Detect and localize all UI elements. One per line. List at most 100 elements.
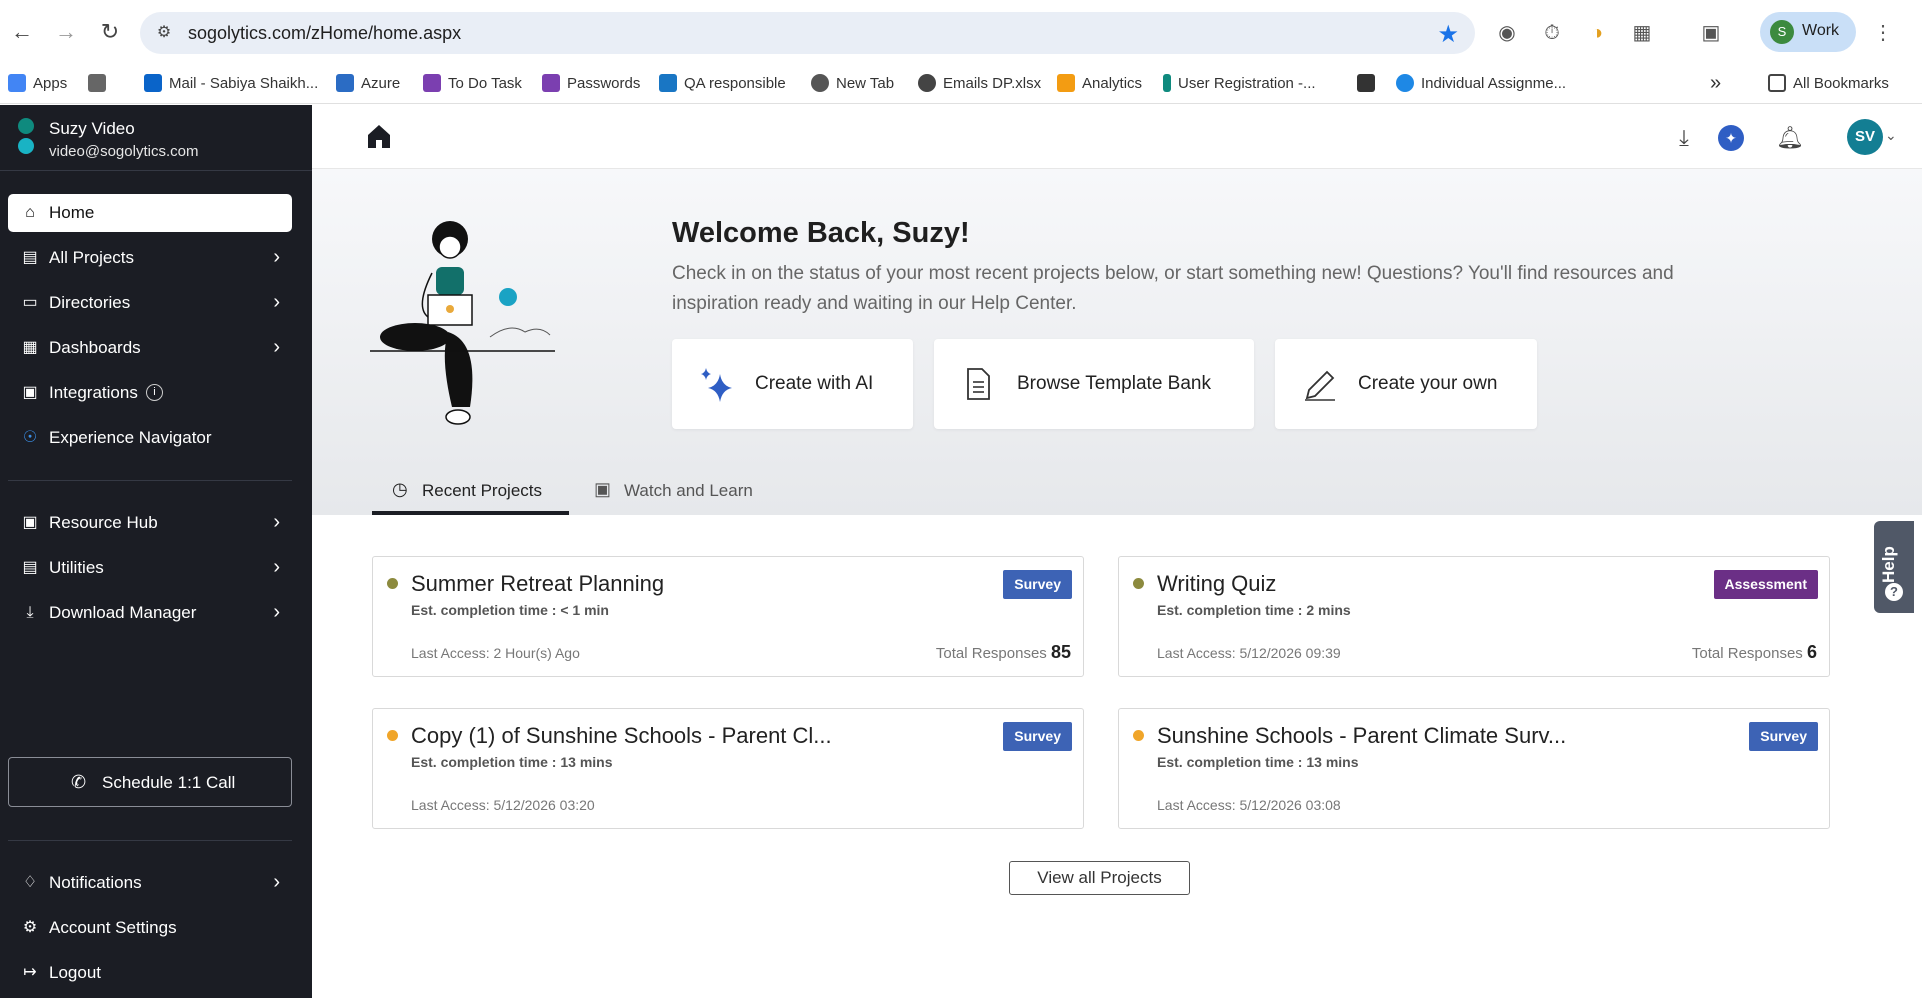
project-card[interactable]: Summer Retreat Planning Est. completion … — [372, 556, 1084, 677]
sidebar-item-logout[interactable]: ↦ Logout — [8, 954, 292, 992]
info-icon[interactable]: i — [146, 384, 163, 401]
profile-chip[interactable]: S Work — [1760, 12, 1856, 52]
project-title[interactable]: Writing Quiz — [1157, 571, 1276, 597]
onenote-icon — [542, 74, 560, 92]
sidebar-item-all-projects[interactable]: ▤ All Projects › — [8, 239, 292, 277]
sidebar-item-experience-navigator[interactable]: ☉ Experience Navigator — [8, 419, 292, 457]
puzzle-icon[interactable]: ▦ — [1629, 20, 1655, 46]
create-with-ai-button[interactable]: Create with AI — [672, 339, 913, 429]
user-name: Suzy Video — [49, 119, 135, 138]
response-count: 85 — [1050, 642, 1071, 662]
bookmark-star-icon[interactable]: ★ — [1437, 20, 1459, 49]
chevron-right-icon: › — [273, 601, 280, 623]
browse-template-bank-button[interactable]: Browse Template Bank — [934, 339, 1254, 429]
project-card[interactable]: Copy (1) of Sunshine Schools - Parent Cl… — [372, 708, 1084, 829]
navigator-icon: ☉ — [22, 429, 38, 446]
ai-assistant-icon[interactable]: ✦ — [1718, 125, 1744, 151]
project-card[interactable]: Writing Quiz Est. completion time : 2 mi… — [1118, 556, 1830, 677]
completion-time: Est. completion time : 13 mins — [411, 754, 613, 770]
bookmark-qa[interactable]: QA responsible — [659, 70, 786, 96]
apps-grid-icon — [8, 74, 26, 92]
bookmark-analytics[interactable]: Analytics — [1057, 70, 1142, 96]
bookmark-individual[interactable]: Individual Assignme... — [1396, 70, 1566, 96]
tab-search-icon[interactable]: ▣ — [1698, 20, 1724, 46]
bookmark-user-registration[interactable]: User Registration -... — [1163, 70, 1316, 96]
timer-icon[interactable]: ⏱ — [1539, 20, 1565, 46]
sidebar-item-resource-hub[interactable]: ▣ Resource Hub › — [8, 504, 292, 542]
integrations-icon: ▣ — [22, 384, 38, 401]
app-header: ⤓ ✦ 🔔︎ SV ⌄ — [312, 105, 1922, 169]
figure-icon — [1357, 74, 1375, 92]
help-icon: ? — [1885, 583, 1903, 601]
reload-icon[interactable]: ↻ — [96, 18, 124, 46]
status-dot — [387, 578, 398, 589]
onedrive-icon — [1396, 74, 1414, 92]
bookmark-emails[interactable]: Emails DP.xlsx — [918, 70, 1041, 96]
sidebar-item-directories[interactable]: ▭ Directories › — [8, 284, 292, 322]
create-your-own-button[interactable]: Create your own — [1275, 339, 1537, 429]
home-icon[interactable] — [364, 121, 394, 151]
clock-icon: ◷ — [392, 479, 408, 499]
sidebar-item-utilities[interactable]: ▤ Utilities › — [8, 549, 292, 587]
logo-icon-lower — [18, 138, 34, 154]
bookmark-azure[interactable]: Azure — [336, 70, 400, 96]
view-all-projects-button[interactable]: View all Projects — [1009, 861, 1190, 895]
phone-icon: ✆ — [71, 772, 87, 792]
total-responses: Total Responses 6 — [1691, 642, 1817, 662]
chrome-icon — [811, 74, 829, 92]
back-icon[interactable]: ← — [8, 18, 36, 46]
project-title[interactable]: Summer Retreat Planning — [411, 571, 664, 597]
bookmark-mail[interactable]: Mail - Sabiya Shaikh... — [144, 70, 318, 96]
download-icon[interactable]: ⤓ — [1671, 125, 1697, 151]
help-tab[interactable]: Help ? — [1874, 521, 1914, 613]
sidebar-item-label: Resource Hub — [49, 513, 158, 532]
status-dot — [1133, 730, 1144, 741]
bookmark-passwords[interactable]: Passwords — [542, 70, 640, 96]
bookmark-newtab[interactable]: New Tab — [811, 70, 894, 96]
create-your-own-label: Create your own — [1358, 373, 1498, 394]
project-title[interactable]: Copy (1) of Sunshine Schools - Parent Cl… — [411, 723, 832, 749]
sidebar-item-label: Directories — [49, 293, 131, 312]
more-bookmarks-icon[interactable]: » — [1710, 70, 1721, 96]
sidebar-item-dashboards[interactable]: ▦ Dashboards › — [8, 329, 292, 367]
forward-icon[interactable]: → — [52, 18, 80, 46]
sidebar-item-label: Experience Navigator — [49, 428, 212, 447]
grid-bookmark-icon[interactable] — [88, 70, 106, 96]
bookmark-todo[interactable]: To Do Task — [423, 70, 522, 96]
user-email: video@sogolytics.com — [49, 143, 199, 160]
analytics-icon — [1057, 74, 1075, 92]
create-with-ai-label: Create with AI — [755, 373, 874, 394]
avatar[interactable]: SV — [1847, 119, 1883, 155]
sidebar-item-label: Utilities — [49, 558, 104, 577]
schedule-call-button[interactable]: ✆ Schedule 1:1 Call — [8, 757, 292, 807]
status-dot — [387, 730, 398, 741]
sidebar-item-notifications[interactable]: ♢ Notifications › — [8, 864, 292, 902]
profile-label: Work — [1802, 22, 1840, 39]
outlook-icon — [144, 74, 162, 92]
sidebar-item-download-manager[interactable]: ⤓ Download Manager › — [8, 594, 292, 632]
sidebar-item-account-settings[interactable]: ⚙ Account Settings — [8, 909, 292, 947]
tab-watch-and-learn[interactable]: ▣ Watch and Learn — [574, 467, 754, 515]
bell-icon: ♢ — [22, 874, 38, 891]
chevron-down-icon[interactable]: ⌄ — [1885, 127, 1897, 144]
bookmark-apps[interactable]: Apps — [8, 70, 67, 96]
site-settings-icon[interactable]: ⚙ — [154, 23, 174, 43]
bell-icon[interactable]: 🔔︎ — [1776, 125, 1804, 151]
chevron-right-icon: › — [273, 556, 280, 578]
all-bookmarks[interactable]: All Bookmarks — [1768, 70, 1889, 96]
sidebar-item-integrations[interactable]: ▣ Integrations i — [8, 374, 292, 412]
chevron-right-icon: › — [273, 871, 280, 893]
total-responses: Total Responses 85 — [935, 642, 1071, 662]
folder-icon: ▭ — [22, 294, 38, 311]
address-bar[interactable]: ⚙ sogolytics.com/zHome/home.aspx ★ — [140, 12, 1475, 54]
extension-icon[interactable]: ◑ — [1584, 20, 1610, 46]
bookmark-figure[interactable] — [1357, 70, 1375, 96]
tab-recent-projects[interactable]: ◷ Recent Projects — [372, 467, 569, 515]
project-title[interactable]: Sunshine Schools - Parent Climate Surv..… — [1157, 723, 1566, 749]
camera-icon[interactable]: ◉ — [1494, 20, 1520, 46]
globe-icon — [918, 74, 936, 92]
menu-kebab-icon[interactable]: ⋮ — [1870, 20, 1896, 46]
project-card[interactable]: Sunshine Schools - Parent Climate Surv..… — [1118, 708, 1830, 829]
help-label: Help — [1879, 546, 1898, 583]
sidebar-item-home[interactable]: ⌂ Home — [8, 194, 292, 232]
